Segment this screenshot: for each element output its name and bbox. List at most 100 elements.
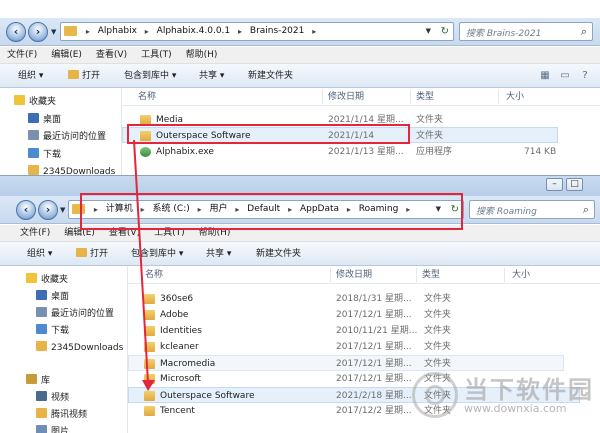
- nav-downloads[interactable]: 下载: [0, 147, 121, 164]
- file-name: kcleaner: [160, 342, 199, 352]
- menu-file[interactable]: 文件(F): [0, 225, 57, 242]
- back-button[interactable]: ‹: [16, 200, 36, 220]
- nav-2345downloads[interactable]: 2345Downloads: [0, 164, 121, 175]
- menu-help[interactable]: 帮助(H): [179, 47, 225, 64]
- column-date[interactable]: 修改日期: [328, 88, 364, 106]
- minimize-button[interactable]: –: [546, 178, 563, 191]
- recent-places-icon: [28, 130, 39, 140]
- search-icon[interactable]: ⌕: [581, 25, 587, 39]
- highlight-box-source-folder: [127, 124, 410, 144]
- preview-pane-icon[interactable]: ▭: [558, 69, 572, 83]
- nav-libraries[interactable]: 库: [0, 373, 127, 390]
- folder-icon: [64, 26, 77, 36]
- file-name: Adobe: [160, 310, 189, 320]
- file-size: 714 KB: [524, 147, 557, 157]
- application-icon: [140, 147, 151, 157]
- back-button[interactable]: ‹: [6, 22, 26, 42]
- address-bar[interactable]: ▸ Alphabix ▸ Alphabix.4.0.0.1 ▸ Brains-2…: [60, 22, 454, 41]
- nav-2345downloads[interactable]: 2345Downloads: [0, 340, 127, 357]
- chevron-right-icon: ▸: [312, 27, 317, 36]
- menu-edit[interactable]: 编辑(E): [44, 47, 89, 64]
- column-divider[interactable]: [498, 90, 499, 104]
- nav-label: 桌面: [43, 115, 62, 125]
- address-row: ‹ › ▼ ▸ Alphabix ▸ Alphabix.4.0.0.1 ▸ Br…: [0, 18, 600, 46]
- organize-button[interactable]: 组织 ▾: [27, 242, 52, 266]
- folder-icon: [28, 165, 39, 175]
- view-options-icon[interactable]: ▦: [538, 69, 552, 83]
- file-name: Macromedia: [160, 359, 216, 369]
- nav-label: 图片: [51, 427, 70, 433]
- help-icon[interactable]: ?: [578, 69, 592, 83]
- list-item[interactable]: Adobe 2017/12/1 星期... 文件夹: [128, 307, 600, 323]
- nav-recent[interactable]: 最近访问的位置: [0, 306, 127, 323]
- history-dropdown-icon[interactable]: ▼: [60, 206, 68, 214]
- nav-label: 下载: [51, 326, 70, 336]
- pictures-icon: [36, 425, 47, 433]
- breadcrumb-item[interactable]: Alphabix: [96, 23, 139, 40]
- chevron-right-icon: ▸: [238, 27, 243, 36]
- column-divider[interactable]: [322, 90, 323, 104]
- search-icon[interactable]: ⌕: [583, 203, 589, 217]
- column-size[interactable]: 大小: [506, 88, 524, 106]
- open-button[interactable]: 打开: [68, 64, 100, 88]
- watermark-brand: 当下软件园: [464, 376, 594, 404]
- forward-button[interactable]: ›: [38, 200, 58, 220]
- nav-favorites[interactable]: 收藏夹: [0, 272, 127, 289]
- file-date: 2017/12/1 星期...: [336, 310, 412, 320]
- column-size[interactable]: 大小: [512, 266, 530, 284]
- new-folder-button[interactable]: 新建文件夹: [248, 64, 293, 88]
- column-divider[interactable]: [410, 90, 411, 104]
- breadcrumb-item[interactable]: Alphabix.4.0.0.1: [155, 23, 232, 40]
- include-in-library-button[interactable]: 包含到库中 ▾: [124, 64, 176, 88]
- list-item[interactable]: kcleaner 2017/12/1 星期... 文件夹: [128, 339, 600, 355]
- nav-favorites[interactable]: 收藏夹: [0, 94, 121, 111]
- list-item[interactable]: Identities 2010/11/21 星期... 文件夹: [128, 323, 600, 339]
- search-input[interactable]: 搜索 Roaming ⌕: [469, 200, 595, 219]
- refresh-icon[interactable]: ↻: [441, 23, 449, 40]
- forward-button[interactable]: ›: [28, 22, 48, 42]
- new-folder-button[interactable]: 新建文件夹: [256, 242, 301, 266]
- maximize-button[interactable]: □: [566, 178, 583, 191]
- menu-view[interactable]: 查看(V): [89, 47, 134, 64]
- column-name[interactable]: 名称: [138, 88, 156, 106]
- column-name[interactable]: 名称: [145, 266, 163, 284]
- menu-tools[interactable]: 工具(T): [134, 47, 179, 64]
- desktop-icon: [36, 290, 47, 300]
- folder-icon: [36, 341, 47, 351]
- nav-recent[interactable]: 最近访问的位置: [0, 129, 121, 146]
- share-button[interactable]: 共享 ▾: [206, 242, 231, 266]
- downloads-icon: [28, 148, 39, 158]
- column-divider[interactable]: [330, 268, 331, 282]
- include-in-library-button[interactable]: 包含到库中 ▾: [131, 242, 183, 266]
- history-dropdown-icon[interactable]: ▼: [51, 28, 59, 36]
- star-icon: [14, 95, 25, 105]
- organize-button[interactable]: 组织 ▾: [18, 64, 43, 88]
- nav-label: 桌面: [51, 292, 70, 302]
- share-button[interactable]: 共享 ▾: [199, 64, 224, 88]
- list-item[interactable]: Alphabix.exe 2021/1/13 星期... 应用程序 714 KB: [122, 144, 600, 160]
- nav-downloads[interactable]: 下载: [0, 323, 127, 340]
- search-input[interactable]: 搜索 Brains-2021 ⌕: [459, 22, 593, 41]
- nav-label: 下载: [43, 150, 62, 160]
- chevron-down-icon[interactable]: ▼: [426, 23, 431, 40]
- column-date[interactable]: 修改日期: [336, 266, 372, 284]
- folder-icon: [144, 359, 155, 369]
- file-name: 360se6: [160, 294, 194, 304]
- column-type[interactable]: 类型: [416, 88, 434, 106]
- nav-tencent-video[interactable]: 腾讯视频: [0, 407, 127, 424]
- column-divider[interactable]: [416, 268, 417, 282]
- nav-desktop[interactable]: 桌面: [0, 289, 127, 306]
- nav-videos[interactable]: 视频: [0, 390, 127, 407]
- search-placeholder: 搜索 Brains-2021: [466, 29, 542, 39]
- list-item[interactable]: 360se6 2018/1/31 星期... 文件夹: [128, 291, 600, 307]
- column-divider[interactable]: [504, 268, 505, 282]
- nav-desktop[interactable]: 桌面: [0, 112, 121, 129]
- chevron-right-icon: ▸: [85, 27, 90, 36]
- folder-icon: [144, 310, 155, 320]
- column-type[interactable]: 类型: [422, 266, 440, 284]
- folder-icon: [144, 342, 155, 352]
- menu-file[interactable]: 文件(F): [0, 47, 44, 64]
- open-button[interactable]: 打开: [76, 242, 108, 266]
- nav-pictures[interactable]: 图片: [0, 424, 127, 433]
- breadcrumb-item[interactable]: Brains-2021: [248, 23, 306, 40]
